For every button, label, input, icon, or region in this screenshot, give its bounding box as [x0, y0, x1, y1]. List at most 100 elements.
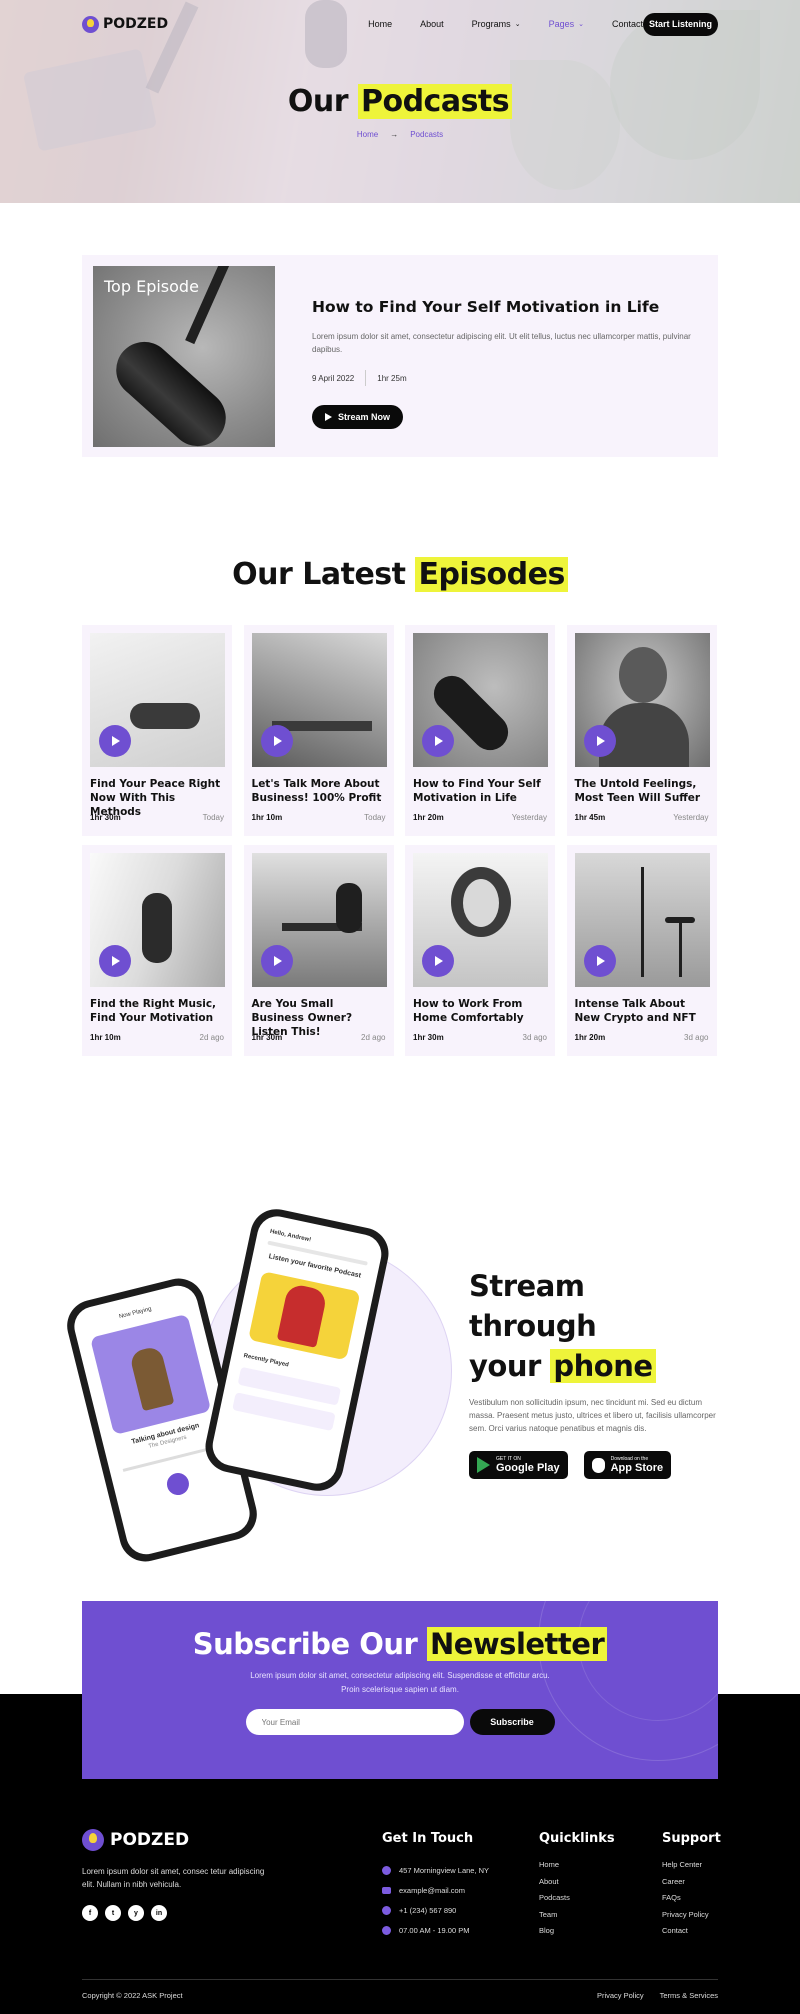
episode-title[interactable]: Let's Talk More About Business! 100% Pro…: [252, 777, 386, 805]
nav-item-about[interactable]: About: [420, 19, 444, 29]
nav-item-home[interactable]: Home: [368, 19, 392, 29]
episode-card[interactable]: Let's Talk More About Business! 100% Pro…: [243, 625, 394, 836]
episode-title[interactable]: Are You Small Business Owner? Listen Thi…: [252, 997, 386, 1038]
footer-link-home[interactable]: Home: [539, 1860, 615, 1877]
nav-item-pages-label: Pages: [548, 19, 575, 29]
episode-date: Today: [202, 813, 224, 822]
play-button[interactable]: [422, 945, 454, 977]
legal-links: Privacy Policy Terms & Services: [597, 1991, 718, 2000]
play-button[interactable]: [99, 725, 131, 757]
episode-thumbnail: [90, 853, 225, 987]
app-heading-highlight: phone: [550, 1349, 656, 1383]
episode-duration: 1hr 45m: [574, 813, 606, 822]
app-heading-line1: Stream through: [469, 1269, 597, 1343]
brand-name: PODZED: [103, 16, 169, 32]
start-listening-button[interactable]: Start Listening: [643, 12, 718, 36]
contact-address: 457 Morningview Lane, NY: [382, 1860, 489, 1880]
nav-item-pages[interactable]: Pages ⌄: [549, 19, 584, 29]
app-store-button[interactable]: Download on the App Store: [583, 1451, 672, 1479]
episode-thumbnail: [574, 853, 710, 987]
privacy-policy-link[interactable]: Privacy Policy: [597, 1991, 644, 2000]
episode-duration: 1hr 20m: [413, 813, 444, 822]
contact-phone[interactable]: +1 (234) 567 890: [382, 1900, 489, 1920]
episode-card[interactable]: Are You Small Business Owner? Listen Thi…: [243, 845, 394, 1056]
play-button[interactable]: [260, 945, 293, 977]
latest-episodes-heading: Our Latest Episodes: [82, 557, 718, 592]
nav-item-contact[interactable]: Contact: [612, 19, 643, 29]
top-episode-description: Lorem ipsum dolor sit amet, consectetur …: [312, 332, 691, 354]
episode-title[interactable]: Intense Talk About New Crypto and NFT: [575, 997, 709, 1025]
twitter-icon[interactable]: t: [105, 1905, 121, 1921]
clock-icon: [382, 1925, 391, 1935]
social-links: f t y in: [82, 1905, 282, 1921]
footer-logo[interactable]: PODZED: [82, 1829, 282, 1851]
episode-card[interactable]: How to Find Your Self Motivation in Life…: [405, 625, 555, 836]
footer-bottom-bar: Copyright © 2022 ASK Project Privacy Pol…: [82, 1991, 718, 2000]
contact-list: 457 Morningview Lane, NY example@mail.co…: [382, 1860, 489, 1940]
stream-now-button[interactable]: Stream Now: [312, 405, 403, 429]
play-button[interactable]: [583, 725, 616, 757]
episode-date: 3d ago: [522, 1033, 547, 1042]
google-play-icon: [477, 1457, 490, 1473]
episode-card[interactable]: Find Your Peace Right Now With This Meth…: [82, 625, 232, 836]
top-episode-title[interactable]: How to Find Your Self Motivation in Life: [312, 298, 707, 316]
play-button[interactable]: [583, 945, 616, 977]
email-input[interactable]: [245, 1709, 464, 1735]
breadcrumb: Home → Podcasts: [0, 130, 800, 139]
episode-title[interactable]: Find Your Peace Right Now With This Meth…: [90, 777, 224, 818]
top-nav: PODZED Home About Programs ⌄ Pages ⌄ Conta…: [82, 12, 718, 36]
episode-meta: 1hr 45m Yesterday: [575, 813, 709, 822]
terms-link[interactable]: Terms & Services: [660, 1991, 718, 2000]
facebook-icon[interactable]: f: [82, 1905, 98, 1921]
episode-card[interactable]: How to Work From Home Comfortably 1hr 30…: [405, 845, 555, 1056]
play-icon: [273, 736, 282, 746]
footer-link-career[interactable]: Career: [662, 1877, 721, 1894]
episode-meta: 1hr 20m 3d ago: [575, 1033, 709, 1042]
album-art: [90, 1313, 212, 1436]
footer-link-contact[interactable]: Contact: [662, 1926, 721, 1943]
episode-title[interactable]: The Untold Feelings, Most Teen Will Suff…: [575, 777, 709, 805]
episode-title[interactable]: Find the Right Music, Find Your Motivati…: [90, 997, 224, 1025]
latest-heading-plain: Our Latest: [232, 557, 406, 592]
episode-title[interactable]: How to Find Your Self Motivation in Life: [413, 777, 547, 805]
breadcrumb-home[interactable]: Home: [357, 130, 378, 139]
newsletter-heading-plain: Subscribe Our: [192, 1627, 418, 1661]
footer-link-privacy[interactable]: Privacy Policy: [662, 1910, 721, 1927]
footer-link-podcasts[interactable]: Podcasts: [539, 1893, 615, 1910]
person-silhouette: [130, 703, 200, 729]
newsletter-heading-highlight: Newsletter: [426, 1627, 608, 1661]
footer-link-blog[interactable]: Blog: [539, 1926, 615, 1943]
footer-link-faqs[interactable]: FAQs: [662, 1893, 721, 1910]
episode-date: 2d ago: [199, 1033, 224, 1042]
episode-title[interactable]: How to Work From Home Comfortably: [413, 997, 547, 1025]
nav-item-programs[interactable]: Programs ⌄: [472, 19, 521, 29]
footer-link-about[interactable]: About: [539, 1877, 615, 1894]
youtube-icon[interactable]: y: [128, 1905, 144, 1921]
contact-phone-text: +1 (234) 567 890: [399, 1905, 457, 1915]
contact-email[interactable]: example@mail.com: [382, 1880, 489, 1900]
footer-link-team[interactable]: Team: [539, 1910, 615, 1927]
subscribe-button[interactable]: Subscribe: [469, 1709, 555, 1735]
footer-link-help-center[interactable]: Help Center: [662, 1860, 721, 1877]
play-button[interactable]: [422, 725, 454, 757]
episode-card[interactable]: Intense Talk About New Crypto and NFT 1h…: [566, 845, 717, 1056]
google-play-button[interactable]: GET IT ON Google Play: [469, 1451, 568, 1479]
brand-logo[interactable]: PODZED: [82, 15, 169, 33]
episode-card[interactable]: Find the Right Music, Find Your Motivati…: [82, 845, 232, 1056]
newsletter-text: Lorem ipsum dolor sit amet, consectetur …: [250, 1671, 550, 1694]
episode-card[interactable]: The Untold Feelings, Most Teen Will Suff…: [566, 625, 717, 836]
play-icon: [273, 956, 282, 966]
play-button[interactable]: [260, 725, 293, 757]
episode-duration: 1hr 20m: [574, 1033, 606, 1042]
quicklinks-list: Home About Podcasts Team Blog: [539, 1860, 615, 1943]
play-button[interactable]: [99, 945, 131, 977]
contact-address-text: 457 Morningview Lane, NY: [399, 1865, 490, 1875]
episode-meta: 1hr 10m Today: [252, 813, 386, 822]
linkedin-icon[interactable]: in: [151, 1905, 167, 1921]
top-episode-meta: 9 April 2022 1hr 25m: [312, 370, 707, 386]
stream-now-label: Stream Now: [337, 412, 390, 422]
app-store-big: App Store: [610, 1462, 664, 1474]
newsletter-heading: Subscribe Our Newsletter: [82, 1627, 718, 1661]
newsletter-section: Subscribe Our Newsletter Lorem ipsum dol…: [82, 1601, 718, 1779]
google-play-text: GET IT ON Google Play: [496, 1456, 560, 1474]
